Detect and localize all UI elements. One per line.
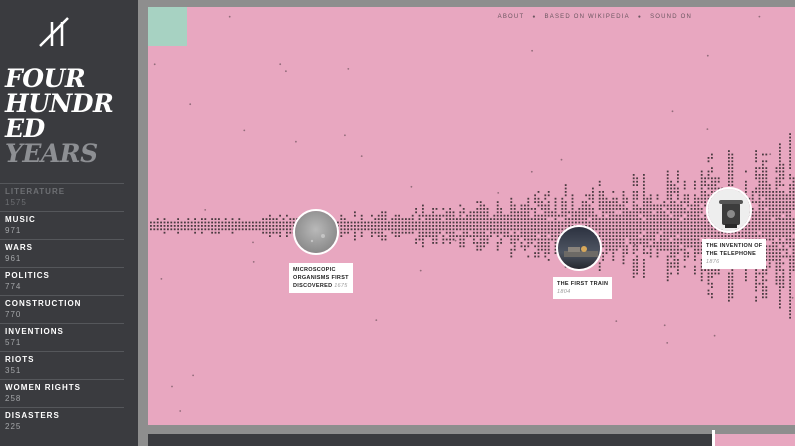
nav-separator: ● [637,14,643,20]
category-riots[interactable]: RIOTS 351 [0,351,124,379]
category-disasters[interactable]: DISASTERS 225 [0,407,124,435]
event-card: MICROSCOPIC ORGANISMS FIRST DISCOVERED 1… [289,263,353,293]
event-year: 1804 [557,289,571,295]
event-title: ORGANISMS FIRST [293,275,349,281]
category-count: 258 [5,394,22,403]
title-line-3: ED [5,114,45,143]
category-list: LITERATURE 1575 MUSIC 971 WARS 961 POLIT… [0,183,124,435]
category-name: WOMEN RIGHTS [5,383,81,392]
category-construction[interactable]: CONSTRUCTION 770 [0,295,124,323]
telephone-photo [706,187,752,233]
category-music[interactable]: MUSIC 971 [0,211,124,239]
event-title: THE TELEPHONE [706,251,757,257]
category-name: RIOTS [5,355,35,364]
wikipedia-link[interactable]: BASED ON WIKIPEDIA [545,14,630,20]
category-wars[interactable]: WARS 961 [0,239,124,267]
event-year: 1675 [334,283,348,289]
sound-toggle[interactable]: SOUND ON [650,14,692,20]
category-name: MUSIC [5,215,36,224]
top-nav: ABOUT ● BASED ON WIKIPEDIA ● SOUND ON [498,14,692,20]
event-title: MICROSCOPIC [293,267,336,273]
category-count: 351 [5,366,22,375]
category-politics[interactable]: POLITICS 774 [0,267,124,295]
title-line-2: HUNDR [5,89,114,118]
category-count: 971 [5,226,22,235]
event-card: THE FIRST TRAIN 1804 [553,277,613,299]
category-count: 770 [5,310,22,319]
category-women-rights[interactable]: WOMEN RIGHTS 258 [0,379,124,407]
event-title: THE INVENTION OF [706,243,763,249]
sidebar: FOUR HUNDR ED YEARS LITERATURE 1575 MUSI… [0,0,138,446]
category-count: 961 [5,254,22,263]
category-literature[interactable]: LITERATURE 1575 [0,183,124,211]
category-count: 225 [5,422,22,431]
scrubber-handle[interactable] [712,430,715,446]
logo-icon[interactable] [38,16,74,48]
title-line-4: YEARS [5,139,98,168]
event-title: DISCOVERED [293,283,333,289]
category-name: WARS [5,243,33,252]
timeline-canvas[interactable]: ABOUT ● BASED ON WIKIPEDIA ● SOUND ON MI… [148,7,795,425]
timeline-scrubber[interactable] [148,434,715,446]
category-count: 1575 [5,198,27,207]
dot-waveform [150,15,795,412]
category-inventions[interactable]: INVENTIONS 571 [0,323,124,351]
event-year: 1876 [706,259,720,265]
category-name: DISASTERS [5,411,60,420]
event-title: THE FIRST TRAIN [557,281,609,287]
category-count: 571 [5,338,22,347]
title-line-1: FOUR [5,64,86,93]
category-name: CONSTRUCTION [5,299,82,308]
event-card: THE INVENTION OF THE TELEPHONE 1876 [702,239,767,269]
train-photo [556,225,602,271]
timeline-scrubber-remaining[interactable] [715,434,795,446]
nav-separator: ● [532,14,537,20]
category-name: INVENTIONS [5,327,64,336]
microscope-photo [293,209,339,255]
category-name: POLITICS [5,271,50,280]
about-link[interactable]: ABOUT [498,14,525,20]
category-name: LITERATURE [5,187,66,196]
page-title: FOUR HUNDR ED YEARS [5,66,135,166]
category-count: 774 [5,282,22,291]
